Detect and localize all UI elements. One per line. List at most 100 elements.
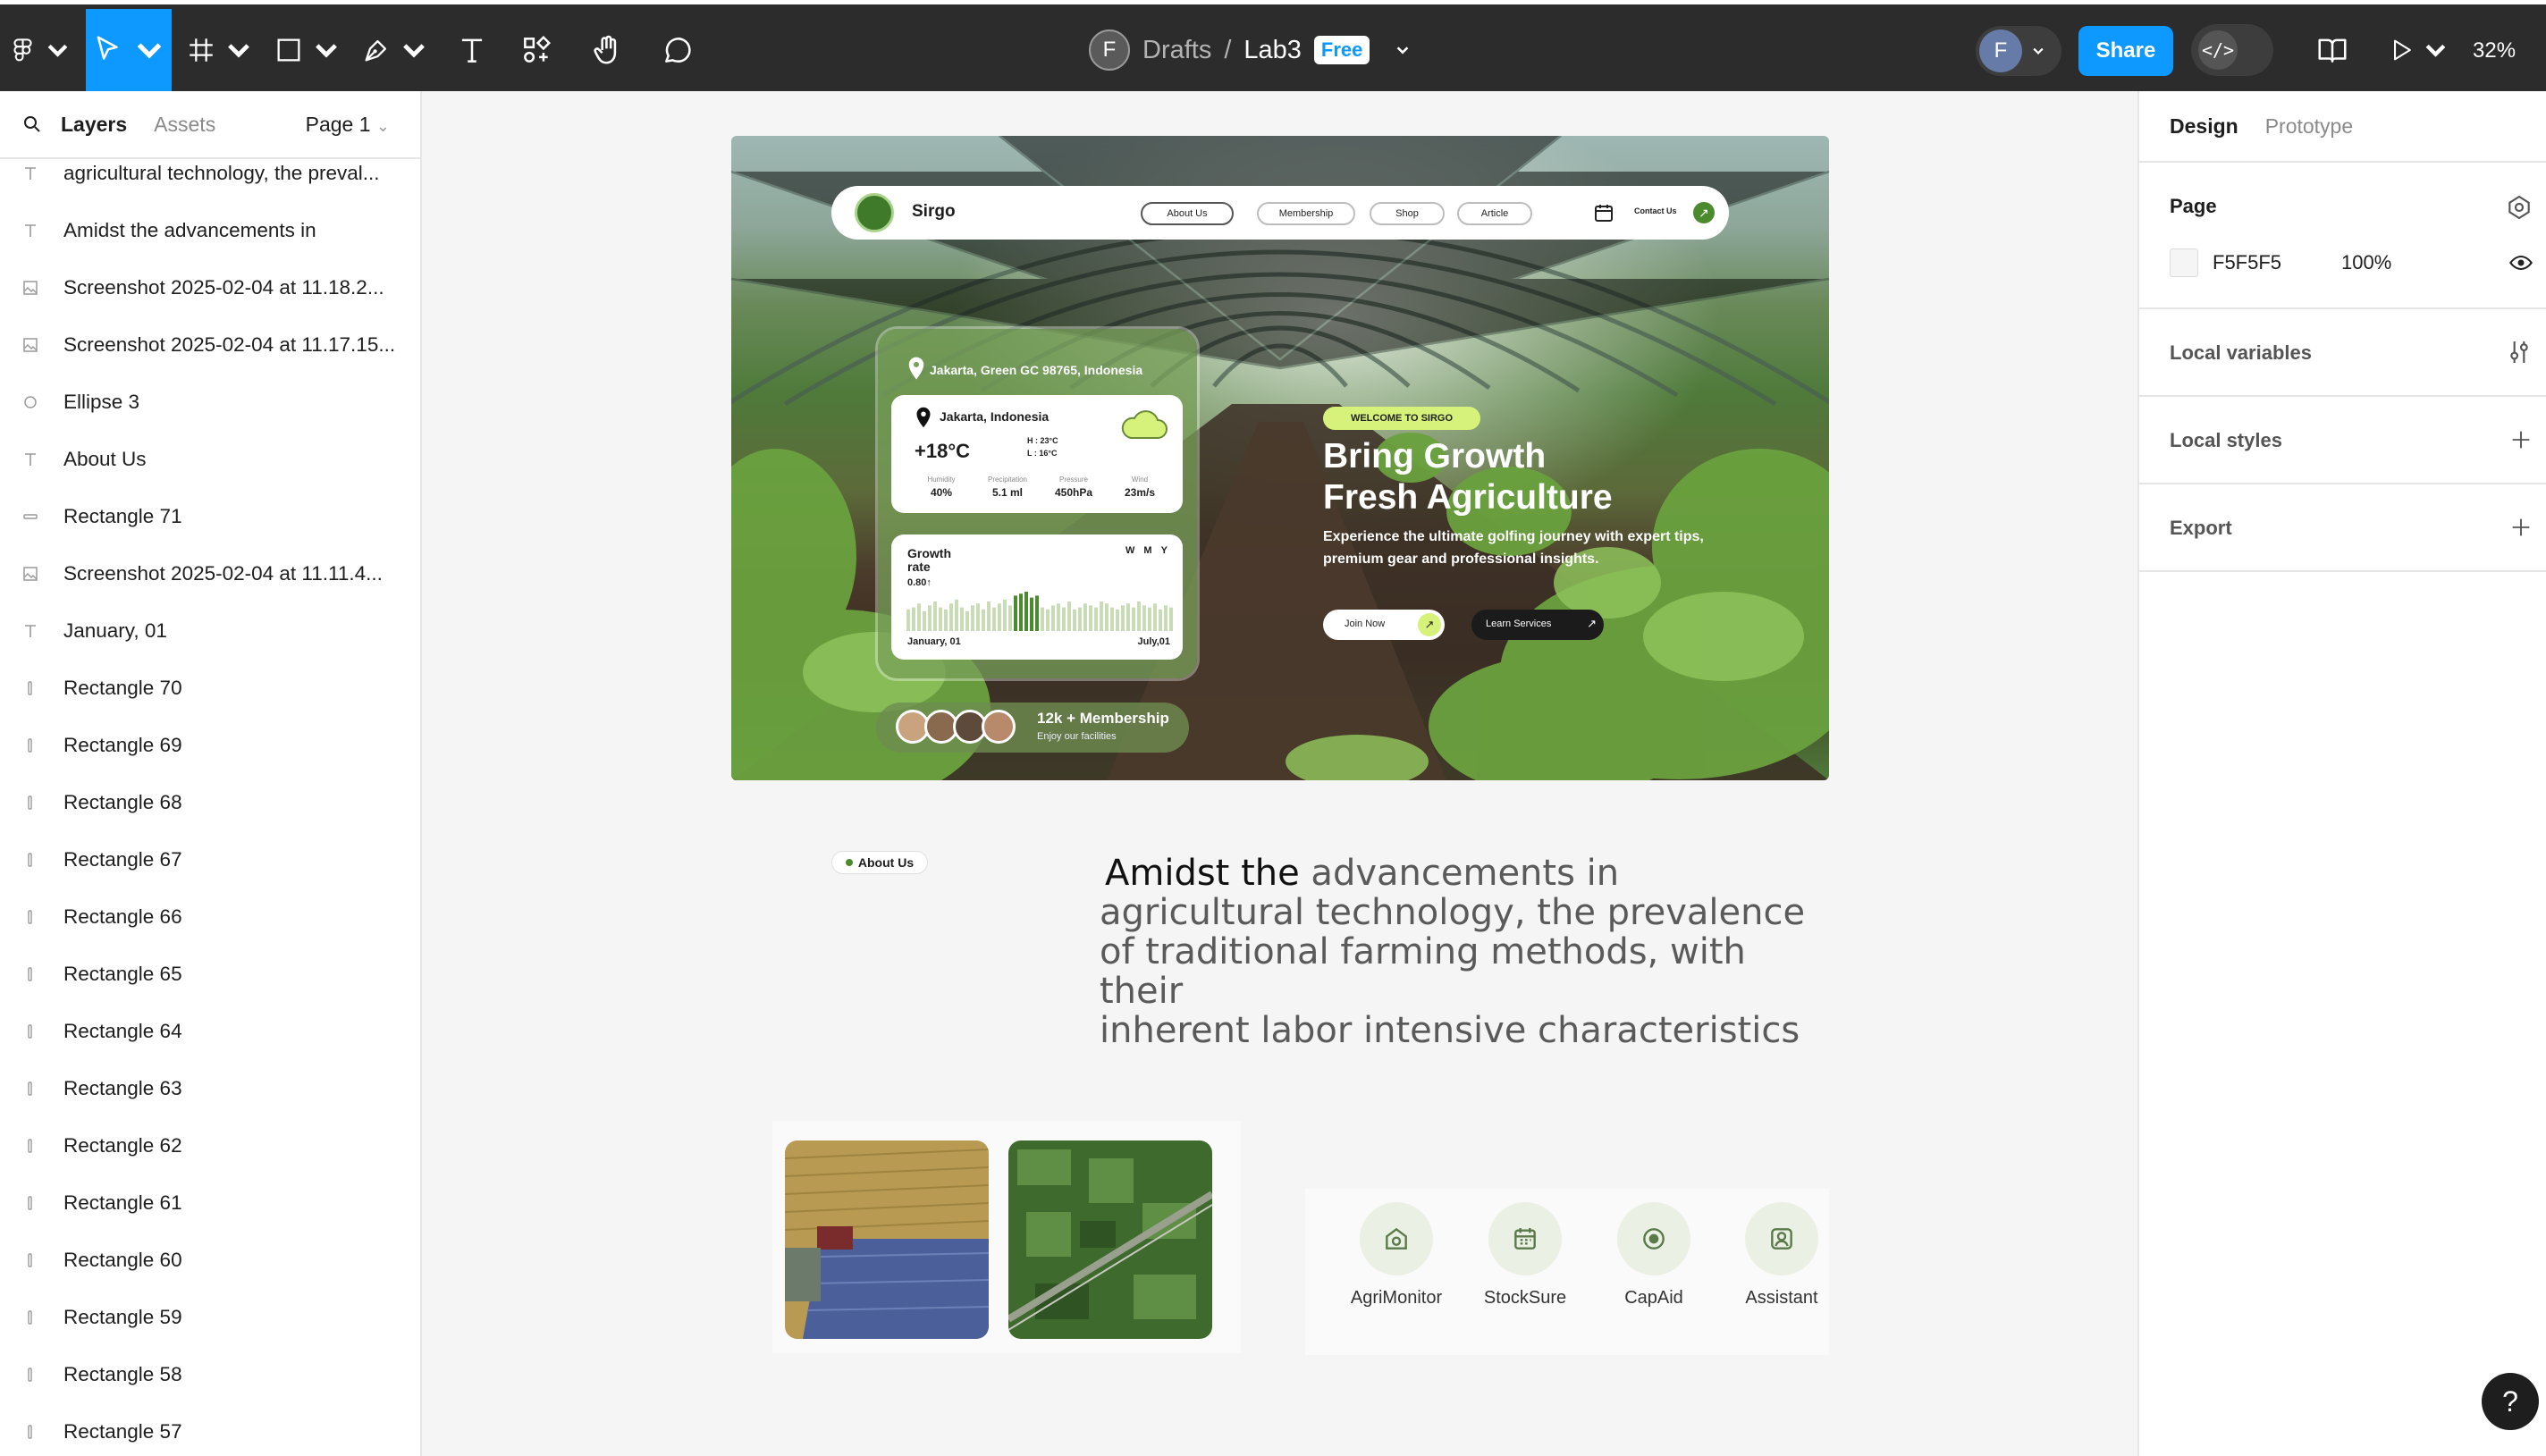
range-month[interactable]: M <box>1143 545 1151 556</box>
growth-bar <box>933 602 937 631</box>
service-item[interactable]: CapAid <box>1591 1202 1716 1309</box>
search-icon[interactable] <box>21 114 43 135</box>
layer-row[interactable]: Rectangle 71 <box>0 488 420 545</box>
nav-article[interactable]: Article <box>1457 202 1532 225</box>
tab-prototype[interactable]: Prototype <box>2265 114 2353 139</box>
growth-bar <box>1148 607 1151 631</box>
frame-tool-button[interactable] <box>186 9 254 91</box>
layer-row[interactable]: Screenshot 2025-02-04 at 11.17.15... <box>0 316 420 374</box>
folder-name[interactable]: Drafts <box>1142 36 1211 65</box>
nav-shop[interactable]: Shop <box>1370 202 1445 225</box>
local-styles-section[interactable]: Local styles <box>2139 397 2546 484</box>
service-item[interactable]: AgriMonitor <box>1334 1202 1459 1309</box>
service-item[interactable]: StockSure <box>1463 1202 1588 1309</box>
present-button[interactable] <box>2387 9 2449 91</box>
layer-row[interactable]: Rectangle 69 <box>0 717 420 774</box>
arrow-up-right-icon: ↗ <box>1587 617 1597 630</box>
layer-row[interactable]: Screenshot 2025-02-04 at 11.11.4... <box>0 545 420 602</box>
chevron-down-icon[interactable] <box>1395 42 1411 58</box>
weather-temperature: +18°C <box>915 440 971 462</box>
shape-tool-button[interactable] <box>274 9 341 91</box>
range-year[interactable]: Y <box>1161 545 1168 556</box>
statement-text: Amidst the advancements in agricultural … <box>1100 854 1833 1050</box>
membership-badge: 12k + Membership Enjoy our facilities <box>876 703 1189 753</box>
layer-row[interactable]: Rectangle 68 <box>0 774 420 831</box>
layer-row[interactable]: Rectangle 66 <box>0 888 420 946</box>
page-fill-opacity[interactable]: 100% <box>2341 251 2391 274</box>
dev-mode-toggle[interactable]: </> <box>2191 24 2273 76</box>
layer-row[interactable]: Rectangle 59 <box>0 1289 420 1346</box>
text-tool-button[interactable] <box>447 9 497 91</box>
export-section[interactable]: Export <box>2139 484 2546 572</box>
library-button[interactable] <box>2310 9 2355 91</box>
learn-services-button[interactable]: Learn Services ↗ <box>1471 610 1604 640</box>
file-name[interactable]: Lab3 <box>1243 36 1302 65</box>
plus-icon[interactable] <box>2508 427 2533 452</box>
multiplayer-avatars[interactable]: F <box>1976 26 2061 76</box>
text-layer-icon <box>21 222 55 240</box>
layer-row[interactable]: Rectangle 67 <box>0 831 420 888</box>
layer-row[interactable]: Rectangle 61 <box>0 1174 420 1232</box>
hand-tool-button[interactable] <box>583 9 633 91</box>
move-tool-button[interactable] <box>86 9 172 91</box>
layer-row[interactable]: Rectangle 64 <box>0 1003 420 1060</box>
play-icon <box>2394 39 2411 61</box>
layer-row[interactable]: Screenshot 2025-02-04 at 11.18.2... <box>0 259 420 316</box>
growth-bar <box>976 603 980 631</box>
main-menu-button[interactable] <box>9 9 72 91</box>
nav-about-us[interactable]: About Us <box>1141 202 1234 225</box>
page-selector[interactable]: Page 1 ⌄ <box>306 113 390 137</box>
plus-icon[interactable] <box>2508 515 2533 540</box>
layer-row[interactable]: Rectangle 65 <box>0 946 420 1003</box>
tab-assets[interactable]: Assets <box>154 113 215 137</box>
layer-name: Rectangle 57 <box>63 1420 182 1443</box>
text-layer-icon <box>21 450 55 468</box>
file-breadcrumb[interactable]: F Drafts / Lab3 Free <box>1089 29 1411 71</box>
layer-row[interactable]: agricultural technology, the preval... <box>0 145 420 202</box>
nav-membership[interactable]: Membership <box>1257 202 1355 225</box>
tab-layers[interactable]: Layers <box>61 113 127 137</box>
variables-icon[interactable] <box>2505 338 2533 366</box>
layer-row[interactable]: About Us <box>0 431 420 488</box>
layer-row[interactable]: Rectangle 70 <box>0 660 420 717</box>
pen-tool-button[interactable] <box>361 9 429 91</box>
aerial-farm-photo[interactable] <box>1008 1140 1212 1339</box>
contact-us-link[interactable]: Contact Us <box>1634 206 1677 215</box>
growth-bar <box>944 609 948 631</box>
page-fill-swatch[interactable] <box>2170 248 2198 277</box>
tab-design[interactable]: Design <box>2170 114 2238 139</box>
layer-row[interactable]: Rectangle 58 <box>0 1346 420 1403</box>
layer-row[interactable]: Rectangle 60 <box>0 1232 420 1289</box>
statement-line-2: agricultural technology, the prevalence <box>1100 892 1806 933</box>
layer-row[interactable]: Rectangle 63 <box>0 1060 420 1117</box>
layer-row[interactable]: January, 01 <box>0 602 420 660</box>
layer-row[interactable]: Rectangle 57 <box>0 1403 420 1456</box>
layer-name: Ellipse 3 <box>63 391 140 413</box>
zoom-level[interactable]: 32% <box>2473 38 2516 63</box>
resources-tool-button[interactable] <box>511 9 561 91</box>
join-now-button[interactable]: Join Now ↗ <box>1323 610 1445 640</box>
local-variables-section[interactable]: Local variables <box>2139 309 2546 397</box>
eye-icon[interactable] <box>2508 250 2533 275</box>
service-item[interactable]: Assistant <box>1719 1202 1844 1309</box>
arrow-up-right-icon[interactable]: ↗ <box>1693 202 1715 223</box>
tractor-field-photo[interactable] <box>785 1140 989 1339</box>
growth-value: 0.80↑ <box>907 577 932 588</box>
chevron-down-icon <box>2033 47 2044 55</box>
rectangle-layer-icon <box>21 1194 55 1212</box>
styles-icon[interactable] <box>2505 193 2533 222</box>
growth-bar <box>1057 603 1060 631</box>
layer-row[interactable]: Rectangle 62 <box>0 1117 420 1174</box>
growth-bar <box>1073 609 1076 631</box>
weather-stat: Humidity 40% <box>915 476 968 499</box>
page-fill-hex[interactable]: F5F5F5 <box>2213 251 2281 274</box>
calendar-icon <box>1488 1202 1562 1275</box>
layer-row[interactable]: Amidst the advancements in <box>0 202 420 259</box>
range-week[interactable]: W <box>1125 545 1134 556</box>
help-button[interactable]: ? <box>2482 1373 2539 1430</box>
growth-bar <box>1100 602 1103 631</box>
calendar-icon[interactable] <box>1593 202 1614 223</box>
comment-tool-button[interactable] <box>653 9 703 91</box>
layer-row[interactable]: Ellipse 3 <box>0 374 420 431</box>
share-button[interactable]: Share <box>2078 26 2173 76</box>
